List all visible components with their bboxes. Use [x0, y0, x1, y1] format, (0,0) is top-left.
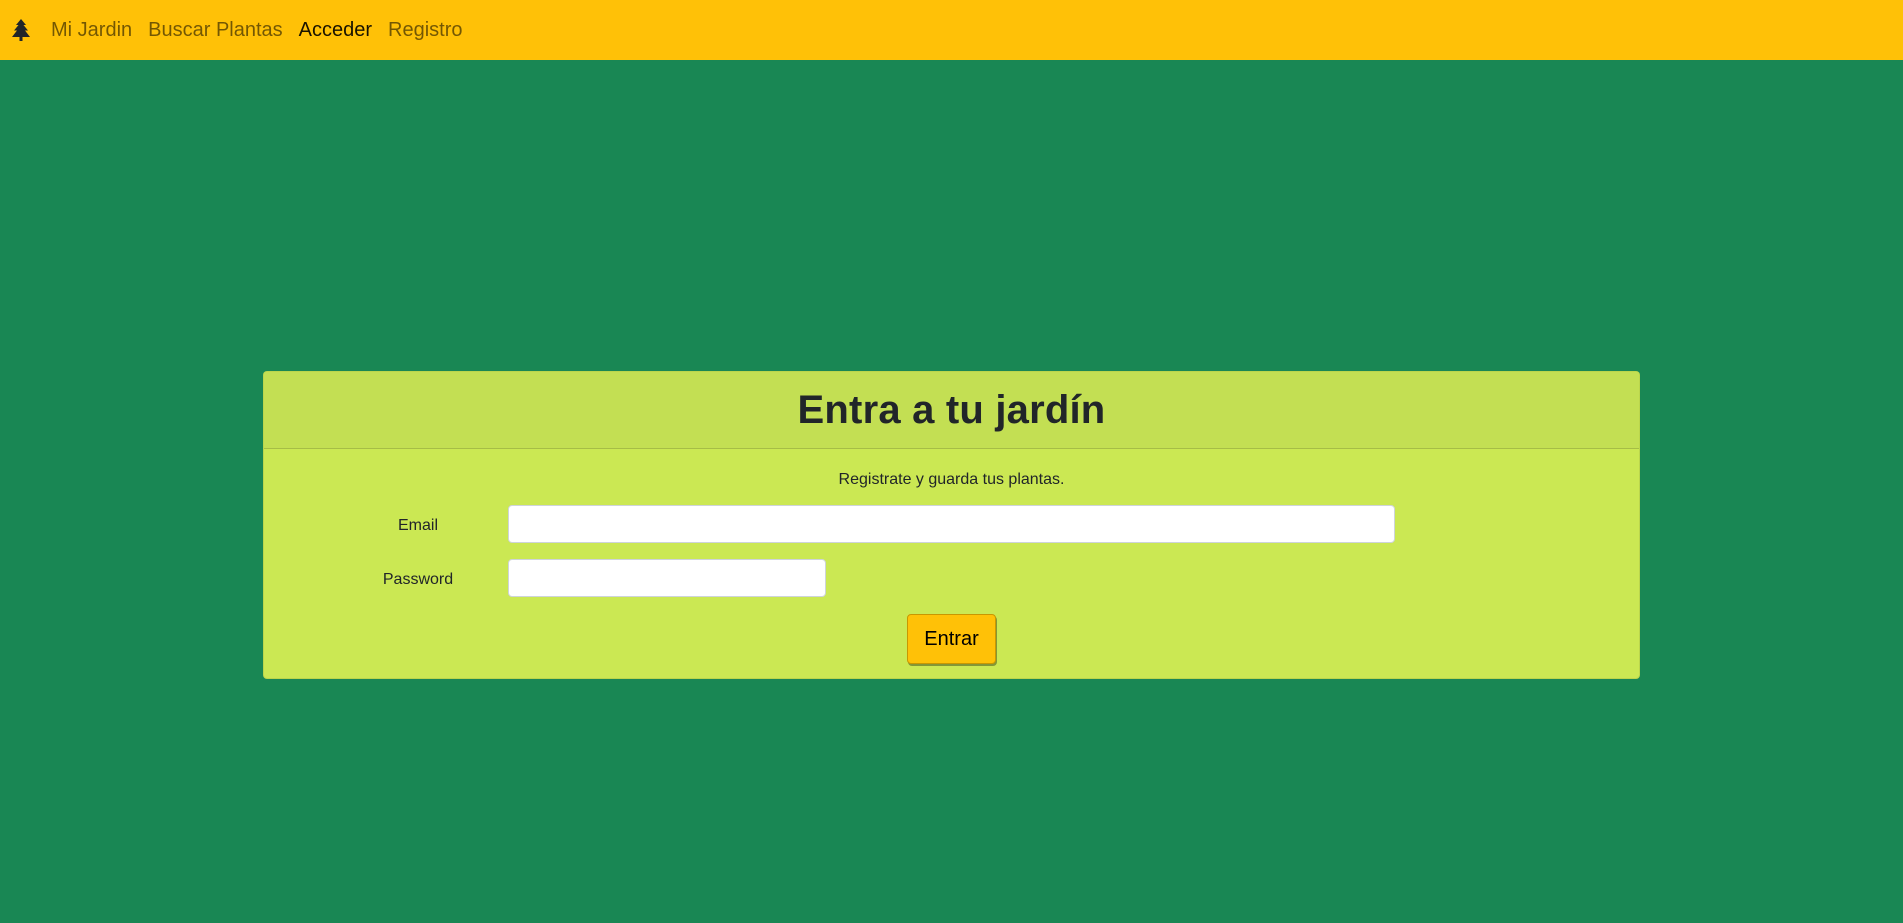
- tree-icon[interactable]: [10, 18, 32, 42]
- nav-link-registro[interactable]: Registro: [388, 0, 462, 60]
- nav-link-buscar-plantas[interactable]: Buscar Plantas: [148, 0, 283, 60]
- nav-link-mi-jardin[interactable]: Mi Jardin: [51, 0, 132, 60]
- login-card-header: Entra a tu jardín: [264, 372, 1639, 449]
- email-label: Email: [397, 517, 438, 534]
- password-label: Password: [382, 571, 454, 588]
- submit-button[interactable]: Entrar: [907, 614, 996, 664]
- email-field[interactable]: [508, 505, 1395, 543]
- login-subtitle: Registrate y guarda tus plantas.: [838, 471, 1065, 488]
- nav-link-acceder[interactable]: Acceder: [299, 0, 372, 60]
- top-navbar: Mi Jardin Buscar Plantas Acceder Registr…: [0, 0, 1903, 60]
- page-title: Entra a tu jardín: [797, 387, 1106, 432]
- login-card: Entra a tu jardín Registrate y guarda tu…: [263, 371, 1640, 679]
- password-field[interactable]: [508, 559, 826, 597]
- login-card-body: Registrate y guarda tus plantas. Email P…: [264, 449, 1639, 680]
